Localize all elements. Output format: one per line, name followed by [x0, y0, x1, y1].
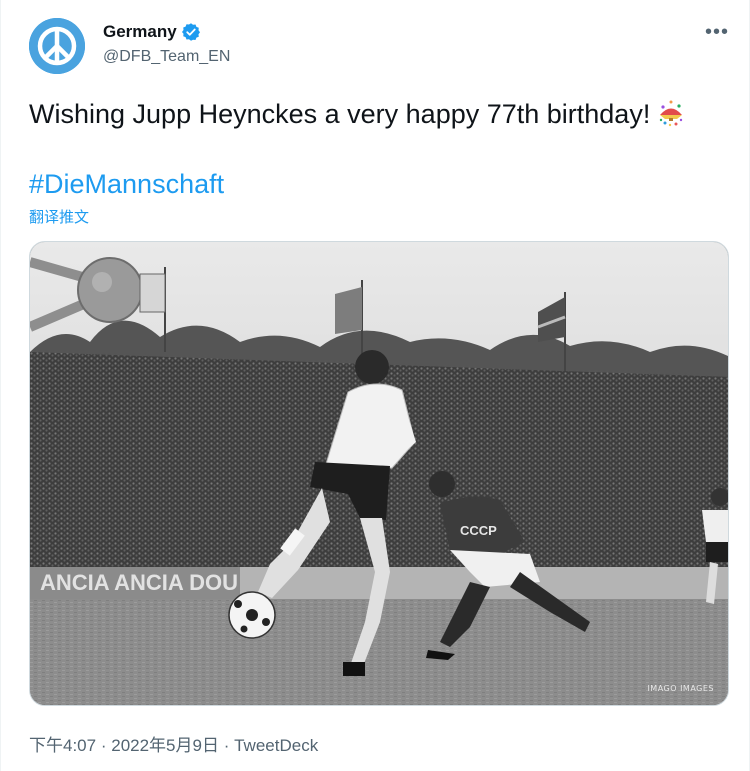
- separator: ·: [223, 736, 230, 755]
- more-options-button[interactable]: •••: [705, 20, 730, 43]
- confetti-ball-icon: [656, 98, 686, 128]
- tweet-photo[interactable]: ANCIA ANCIA DOU CCCP IMAGO IMAGES: [29, 241, 729, 706]
- tweet-body: Wishing Jupp Heynckes a very happy 77th …: [29, 99, 651, 129]
- verified-badge-icon: [181, 22, 201, 42]
- author-handle[interactable]: @DFB_Team_EN: [103, 48, 230, 66]
- tweet-text: Wishing Jupp Heynckes a very happy 77th …: [29, 96, 686, 132]
- more-horizontal-icon: •••: [705, 20, 730, 43]
- separator: ·: [100, 736, 107, 755]
- peace-sign-icon: [29, 18, 85, 74]
- tweet-card: Germany @DFB_Team_EN ••• Wishing Jupp He…: [0, 0, 750, 771]
- banner-text: ANCIA ANCIA DOU: [40, 570, 238, 595]
- shirt-text: CCCP: [460, 523, 497, 538]
- author-name[interactable]: Germany: [103, 22, 177, 42]
- translate-tweet-link[interactable]: 翻译推文: [29, 206, 89, 227]
- football-photo: ANCIA ANCIA DOU CCCP: [30, 242, 728, 705]
- tweet-date[interactable]: 2022年5月9日: [111, 736, 219, 755]
- watermark: IMAGO IMAGES: [647, 684, 714, 693]
- avatar[interactable]: [29, 18, 85, 74]
- tweet-metadata: 下午4:07 · 2022年5月9日 · TweetDeck: [29, 731, 318, 756]
- tweet-time[interactable]: 下午4:07: [29, 736, 96, 755]
- tweet-client[interactable]: TweetDeck: [234, 736, 318, 755]
- hashtag-link[interactable]: #DieMannschaft: [29, 166, 224, 202]
